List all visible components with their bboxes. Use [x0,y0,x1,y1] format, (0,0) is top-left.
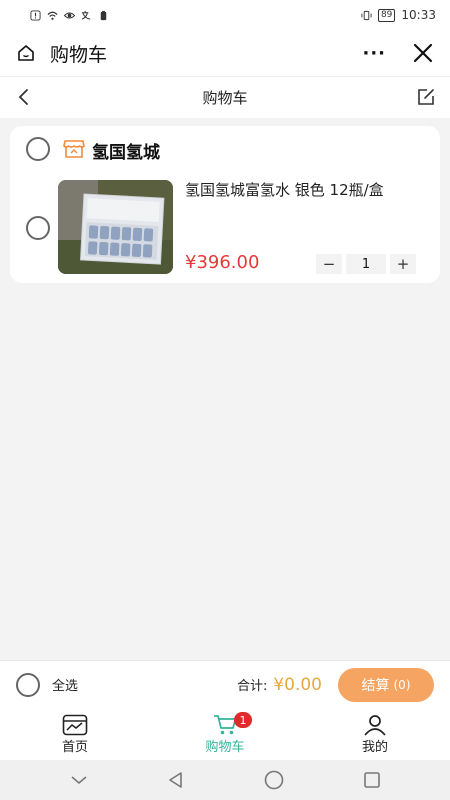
page-nav: 购物车 [0,76,450,118]
back-icon[interactable] [14,87,34,107]
user-icon [364,714,386,736]
checkout-button-label: 结算 [361,677,390,694]
tab-cart-label: 购物车 [205,739,245,755]
close-icon[interactable] [412,42,434,64]
decrease-quantity-button[interactable]: − [316,254,342,274]
more-button[interactable]: ··· [362,43,386,64]
battery-level: 89 [377,8,396,22]
select-all-label[interactable]: 全选 [52,675,78,694]
page-title: 购物车 [202,89,248,107]
product-image[interactable] [58,180,173,274]
eye-icon [64,12,75,18]
total-amount: ¥0.00 [273,674,322,695]
tab-cart[interactable]: 购物车 1 [150,708,300,760]
back-triangle-icon[interactable] [166,770,186,790]
home-circle-icon[interactable] [263,769,285,791]
edit-icon[interactable] [416,87,436,107]
status-bar: 89 10:33 [0,0,450,30]
translate-icon [81,10,91,20]
alert-icon [30,9,41,21]
recent-apps-icon[interactable] [362,770,382,790]
product-title[interactable]: 氢国氢城富氢水 银色 12瓶/盒 [185,180,435,200]
shop-cart-card: 氢国氢城 氢国氢城富氢水 银色 12瓶/盒 ¥396.00 − 1 + [10,126,440,283]
tab-profile[interactable]: 我的 [300,708,450,760]
tab-home[interactable]: 首页 [0,708,150,760]
shop-select-radio[interactable] [26,137,50,161]
increase-quantity-button[interactable]: + [390,254,416,274]
home-icon[interactable] [16,43,36,63]
chevron-down-icon[interactable] [69,773,89,787]
checkout-button[interactable]: 结算 (0) [338,667,434,702]
shop-name[interactable]: 氢国氢城 [92,138,160,163]
app-header: 购物车 ··· [0,30,450,76]
store-icon [63,140,85,158]
status-time: 10:33 [401,8,436,22]
tab-profile-label: 我的 [361,739,388,755]
vibrate-icon [361,10,372,20]
home-icon [62,714,88,735]
quantity-stepper: − 1 + [316,254,416,274]
status-icons-left [30,9,109,21]
tab-home-label: 首页 [61,739,88,755]
status-icons-right: 89 10:33 [361,8,436,22]
battery-saver-icon [100,10,107,20]
wifi-icon [47,11,58,20]
quantity-input[interactable]: 1 [346,254,386,274]
checkout-button-count: (0) [393,677,411,692]
cart-count-badge: 1 [234,712,252,728]
select-all-radio[interactable] [16,672,40,697]
item-select-radio[interactable] [26,216,50,240]
product-price: ¥396.00 [185,252,260,273]
app-title: 购物车 [50,43,108,66]
tab-bar: 首页 购物车 1 我的 [0,708,450,760]
total-label: 合计: [236,679,268,694]
system-navigation-bar [0,760,450,800]
checkout-bar: 全选 合计: ¥0.00 结算 (0) [0,660,450,708]
